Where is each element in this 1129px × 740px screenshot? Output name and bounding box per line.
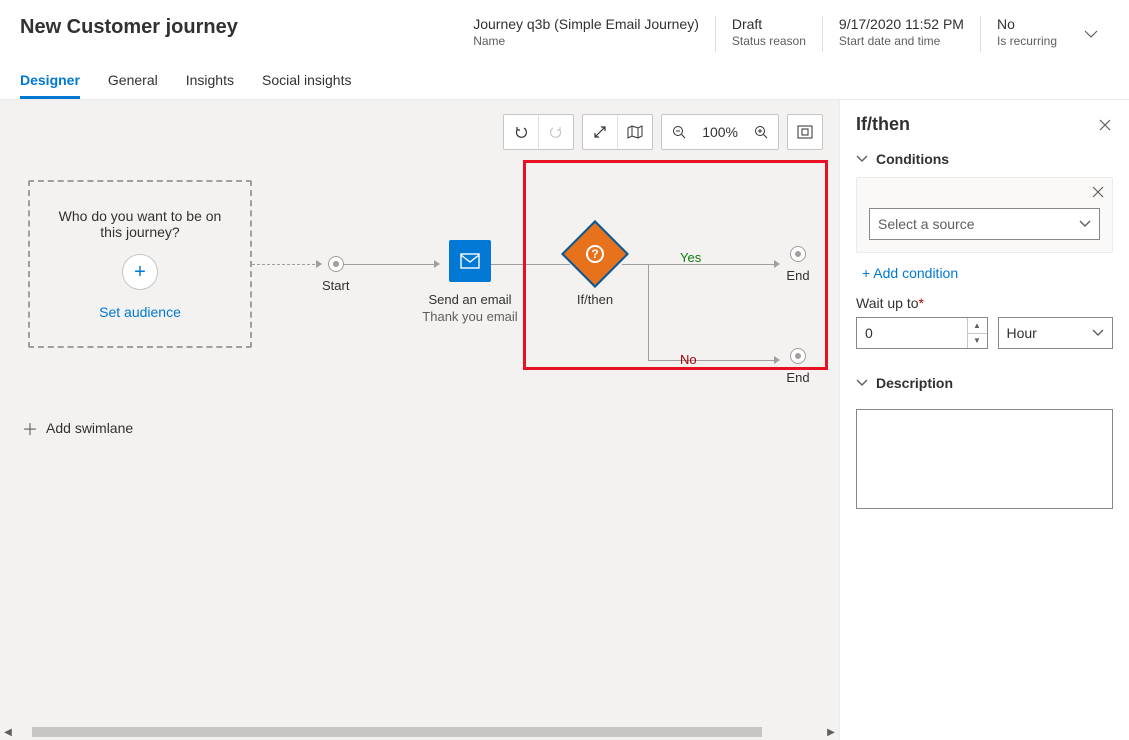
zoom-out-icon <box>672 125 686 139</box>
start-label: Start <box>322 278 349 293</box>
source-select[interactable]: Select a source <box>869 208 1100 240</box>
set-audience-link[interactable]: Set audience <box>99 304 181 320</box>
meta-startdate-label: Start date and time <box>839 34 964 48</box>
add-condition-button[interactable]: + Add condition <box>862 265 1107 281</box>
remove-condition-button[interactable] <box>1092 186 1104 198</box>
add-swimlane-button[interactable]: ＋ Add swimlane <box>14 410 141 446</box>
wait-value-text: 0 <box>865 325 873 341</box>
meta-name-label: Name <box>473 34 699 48</box>
chevron-down-icon <box>1092 327 1104 339</box>
chevron-down-icon <box>1084 27 1098 41</box>
wait-value-increment[interactable]: ▲ <box>967 318 987 334</box>
map-icon <box>627 125 643 139</box>
connector <box>252 264 320 265</box>
connector <box>648 264 649 360</box>
end-node-no[interactable]: End <box>778 348 818 385</box>
ifthen-label: If/then <box>550 292 640 307</box>
end-icon <box>790 246 806 262</box>
description-header-label: Description <box>876 375 953 391</box>
wait-unit-value: Hour <box>1007 325 1037 341</box>
properties-panel: If/then Conditions Select a source + Add… <box>839 99 1129 740</box>
condition-card: Select a source <box>856 177 1113 253</box>
chevron-down-icon <box>1079 218 1091 230</box>
close-icon <box>1099 119 1111 131</box>
email-title: Send an email <box>420 292 520 307</box>
props-title: If/then <box>856 114 910 135</box>
wait-value-input[interactable]: 0 ▲ ▼ <box>856 317 988 349</box>
question-icon: ? <box>586 245 604 263</box>
add-audience-button[interactable]: + <box>122 254 158 290</box>
chevron-down-icon <box>856 153 868 165</box>
undo-icon <box>513 124 529 140</box>
undo-button[interactable] <box>504 115 538 149</box>
tab-general[interactable]: General <box>108 72 158 99</box>
redo-icon <box>548 124 564 140</box>
scroll-right-button[interactable]: ▶ <box>823 724 839 740</box>
wait-value-decrement[interactable]: ▼ <box>967 334 987 349</box>
zoom-in-icon <box>754 125 768 139</box>
plus-icon: ＋ <box>22 416 38 440</box>
tab-social-insights[interactable]: Social insights <box>262 72 352 99</box>
scroll-thumb[interactable] <box>32 727 762 737</box>
send-email-node[interactable]: Send an email Thank you email <box>420 240 520 324</box>
source-placeholder: Select a source <box>878 216 975 232</box>
add-swimlane-label: Add swimlane <box>46 420 133 436</box>
fit-to-screen-button[interactable] <box>788 115 822 149</box>
expand-icon <box>593 125 607 139</box>
ifthen-node[interactable]: ? If/then <box>550 230 640 307</box>
start-icon <box>328 256 344 272</box>
minimap-button[interactable] <box>618 115 652 149</box>
conditions-section-header[interactable]: Conditions <box>856 151 1113 167</box>
meta-recurring-value: No <box>997 16 1057 32</box>
plus-icon: + <box>134 261 146 284</box>
tab-insights[interactable]: Insights <box>186 72 234 99</box>
chevron-down-icon <box>856 377 868 389</box>
page-title: New Customer journey <box>20 16 473 39</box>
conditions-header-label: Conditions <box>876 151 949 167</box>
redo-button[interactable] <box>539 115 573 149</box>
zoom-in-button[interactable] <box>744 115 778 149</box>
header-expand-button[interactable] <box>1073 16 1109 52</box>
end-label: End <box>778 268 818 283</box>
description-textarea[interactable] <box>856 409 1113 509</box>
audience-question: Who do you want to be on this journey? <box>30 208 250 240</box>
canvas-toolbar: 100% <box>503 114 823 150</box>
horizontal-scrollbar[interactable]: ◀ ▶ <box>0 724 839 740</box>
end-icon <box>790 348 806 364</box>
branch-yes-label: Yes <box>680 250 701 265</box>
wait-unit-select[interactable]: Hour <box>998 317 1114 349</box>
email-subtitle: Thank you email <box>420 309 520 324</box>
designer-canvas[interactable]: 100% <box>0 99 839 740</box>
end-label: End <box>778 370 818 385</box>
tab-bar: Designer General Insights Social insight… <box>0 52 1129 99</box>
meta-name-value: Journey q3b (Simple Email Journey) <box>473 16 699 32</box>
description-section-header[interactable]: Description <box>856 375 1113 391</box>
scroll-left-button[interactable]: ◀ <box>0 724 16 740</box>
close-icon <box>1092 186 1104 198</box>
fullscreen-button[interactable] <box>583 115 617 149</box>
connector <box>648 360 778 361</box>
fit-icon <box>797 125 813 139</box>
audience-placeholder[interactable]: Who do you want to be on this journey? +… <box>28 180 252 348</box>
email-icon <box>460 253 480 269</box>
branch-no-label: No <box>680 352 697 367</box>
wait-label: Wait up to* <box>856 295 1113 311</box>
email-tile <box>449 240 491 282</box>
props-close-button[interactable] <box>1097 117 1113 133</box>
start-node[interactable]: Start <box>322 256 349 293</box>
meta-startdate-value: 9/17/2020 11:52 PM <box>839 16 964 32</box>
meta-status-label: Status reason <box>732 34 806 48</box>
ifthen-diamond: ? <box>561 220 629 288</box>
end-node-yes[interactable]: End <box>778 246 818 283</box>
header-meta: Journey q3b (Simple Email Journey) Name … <box>473 16 1109 52</box>
zoom-level: 100% <box>696 115 744 149</box>
scroll-track[interactable] <box>32 724 807 740</box>
tab-designer[interactable]: Designer <box>20 72 80 99</box>
meta-status-value: Draft <box>732 16 806 32</box>
zoom-out-button[interactable] <box>662 115 696 149</box>
meta-recurring-label: Is recurring <box>997 34 1057 48</box>
